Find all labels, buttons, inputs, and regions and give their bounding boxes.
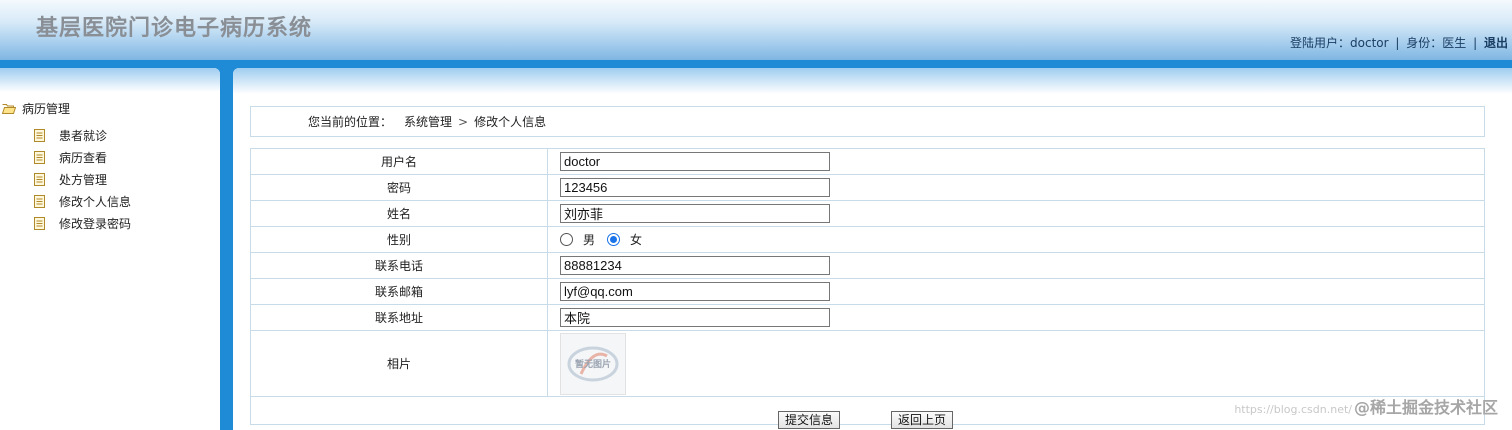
username-label: 用户名 <box>250 148 548 175</box>
name-label: 姓名 <box>250 200 548 227</box>
sidebar-item-label: 处方管理 <box>59 172 108 187</box>
form-row-photo: 相片 暂无图片 <box>250 330 1485 397</box>
gender-female-label: 女 <box>630 233 643 247</box>
watermark-url: https://blog.csdn.net/ <box>1234 403 1352 416</box>
form-row-email: 联系邮箱 <box>250 278 1485 305</box>
sidebar-item-label: 病历查看 <box>59 150 108 165</box>
main-panel-header <box>233 68 1512 94</box>
sidebar-item-patient-visit[interactable]: 患者就诊 <box>34 124 131 146</box>
photo-placeholder[interactable]: 暂无图片 <box>560 332 626 395</box>
email-label: 联系邮箱 <box>250 278 548 305</box>
sidebar-item-record-view[interactable]: 病历查看 <box>34 146 131 168</box>
form-row-gender: 性别 男 女 <box>250 226 1485 253</box>
gender-male-label: 男 <box>583 233 596 247</box>
document-icon <box>34 150 45 164</box>
password-label: 密码 <box>250 174 548 201</box>
address-label: 联系地址 <box>250 304 548 331</box>
sidebar-item-edit-profile[interactable]: 修改个人信息 <box>34 190 131 212</box>
address-input[interactable] <box>560 308 830 327</box>
breadcrumb-section: 系统管理 <box>404 115 453 129</box>
sidebar-group-label: 病历管理 <box>22 102 71 116</box>
submit-button[interactable]: 提交信息 <box>778 410 841 429</box>
folder-open-icon <box>1 103 17 114</box>
gender-male-radio[interactable] <box>560 233 573 246</box>
breadcrumb-prefix: 您当前的位置： <box>308 115 393 129</box>
email-input[interactable] <box>560 282 830 301</box>
gender-label: 性别 <box>250 226 548 253</box>
username-input[interactable] <box>560 152 830 171</box>
form-row-phone: 联系电话 <box>250 252 1485 279</box>
main-panel: 您当前的位置： 系统管理 > 修改个人信息 用户名 密码 姓名 性别 男 女 <box>233 68 1512 430</box>
breadcrumb-arrow: > <box>458 114 469 129</box>
profile-form: 用户名 密码 姓名 性别 男 女 联系电话 <box>250 148 1485 429</box>
sidebar-item-change-password[interactable]: 修改登录密码 <box>34 212 131 234</box>
form-row-address: 联系地址 <box>250 304 1485 331</box>
app-header: 基层医院门诊电子病历系统 登陆用户：doctor | 身份：医生 | 退出 <box>0 0 1512 60</box>
sidebar-item-label: 患者就诊 <box>59 128 108 143</box>
sidebar-menu: 患者就诊 病历查看 处方管理 修改个人信息 修改登录密码 <box>34 124 131 234</box>
sidebar-item-prescription[interactable]: 处方管理 <box>34 168 131 190</box>
sidebar-header <box>0 68 220 92</box>
login-user-label: 登陆用户：doctor <box>1290 36 1389 50</box>
sidebar-group-medical-records[interactable]: 病历管理 <box>1 100 71 117</box>
form-row-name: 姓名 <box>250 200 1485 227</box>
separator: | <box>1473 36 1478 50</box>
gender-radio-group: 男 女 <box>560 231 1484 248</box>
breadcrumb-page: 修改个人信息 <box>474 115 547 129</box>
user-bar: 登陆用户：doctor | 身份：医生 | 退出 <box>1290 34 1508 51</box>
document-icon <box>34 128 45 142</box>
separator: | <box>1395 36 1400 50</box>
phone-label: 联系电话 <box>250 252 548 279</box>
photo-label: 相片 <box>250 330 548 397</box>
name-input[interactable] <box>560 204 830 223</box>
phone-input[interactable] <box>560 256 830 275</box>
back-button[interactable]: 返回上页 <box>891 410 954 429</box>
document-icon <box>34 194 45 208</box>
sidebar: 病历管理 患者就诊 病历查看 处方管理 修改个人信息 修改登录密码 <box>0 68 220 430</box>
form-row-password: 密码 <box>250 174 1485 201</box>
password-input[interactable] <box>560 178 830 197</box>
gender-female-radio[interactable] <box>607 233 621 246</box>
sidebar-item-label: 修改登录密码 <box>59 216 132 231</box>
sidebar-item-label: 修改个人信息 <box>59 194 132 209</box>
logout-link[interactable]: 退出 <box>1484 36 1508 50</box>
photo-caption: 暂无图片 <box>574 360 611 370</box>
role-label: 身份：医生 <box>1406 36 1467 50</box>
document-icon <box>34 216 45 230</box>
app-title: 基层医院门诊电子病历系统 <box>36 16 313 41</box>
document-icon <box>34 172 45 186</box>
form-row-username: 用户名 <box>250 148 1485 175</box>
watermark: @稀土掘金技术社区 <box>1353 398 1498 417</box>
breadcrumb: 您当前的位置： 系统管理 > 修改个人信息 <box>250 106 1485 137</box>
